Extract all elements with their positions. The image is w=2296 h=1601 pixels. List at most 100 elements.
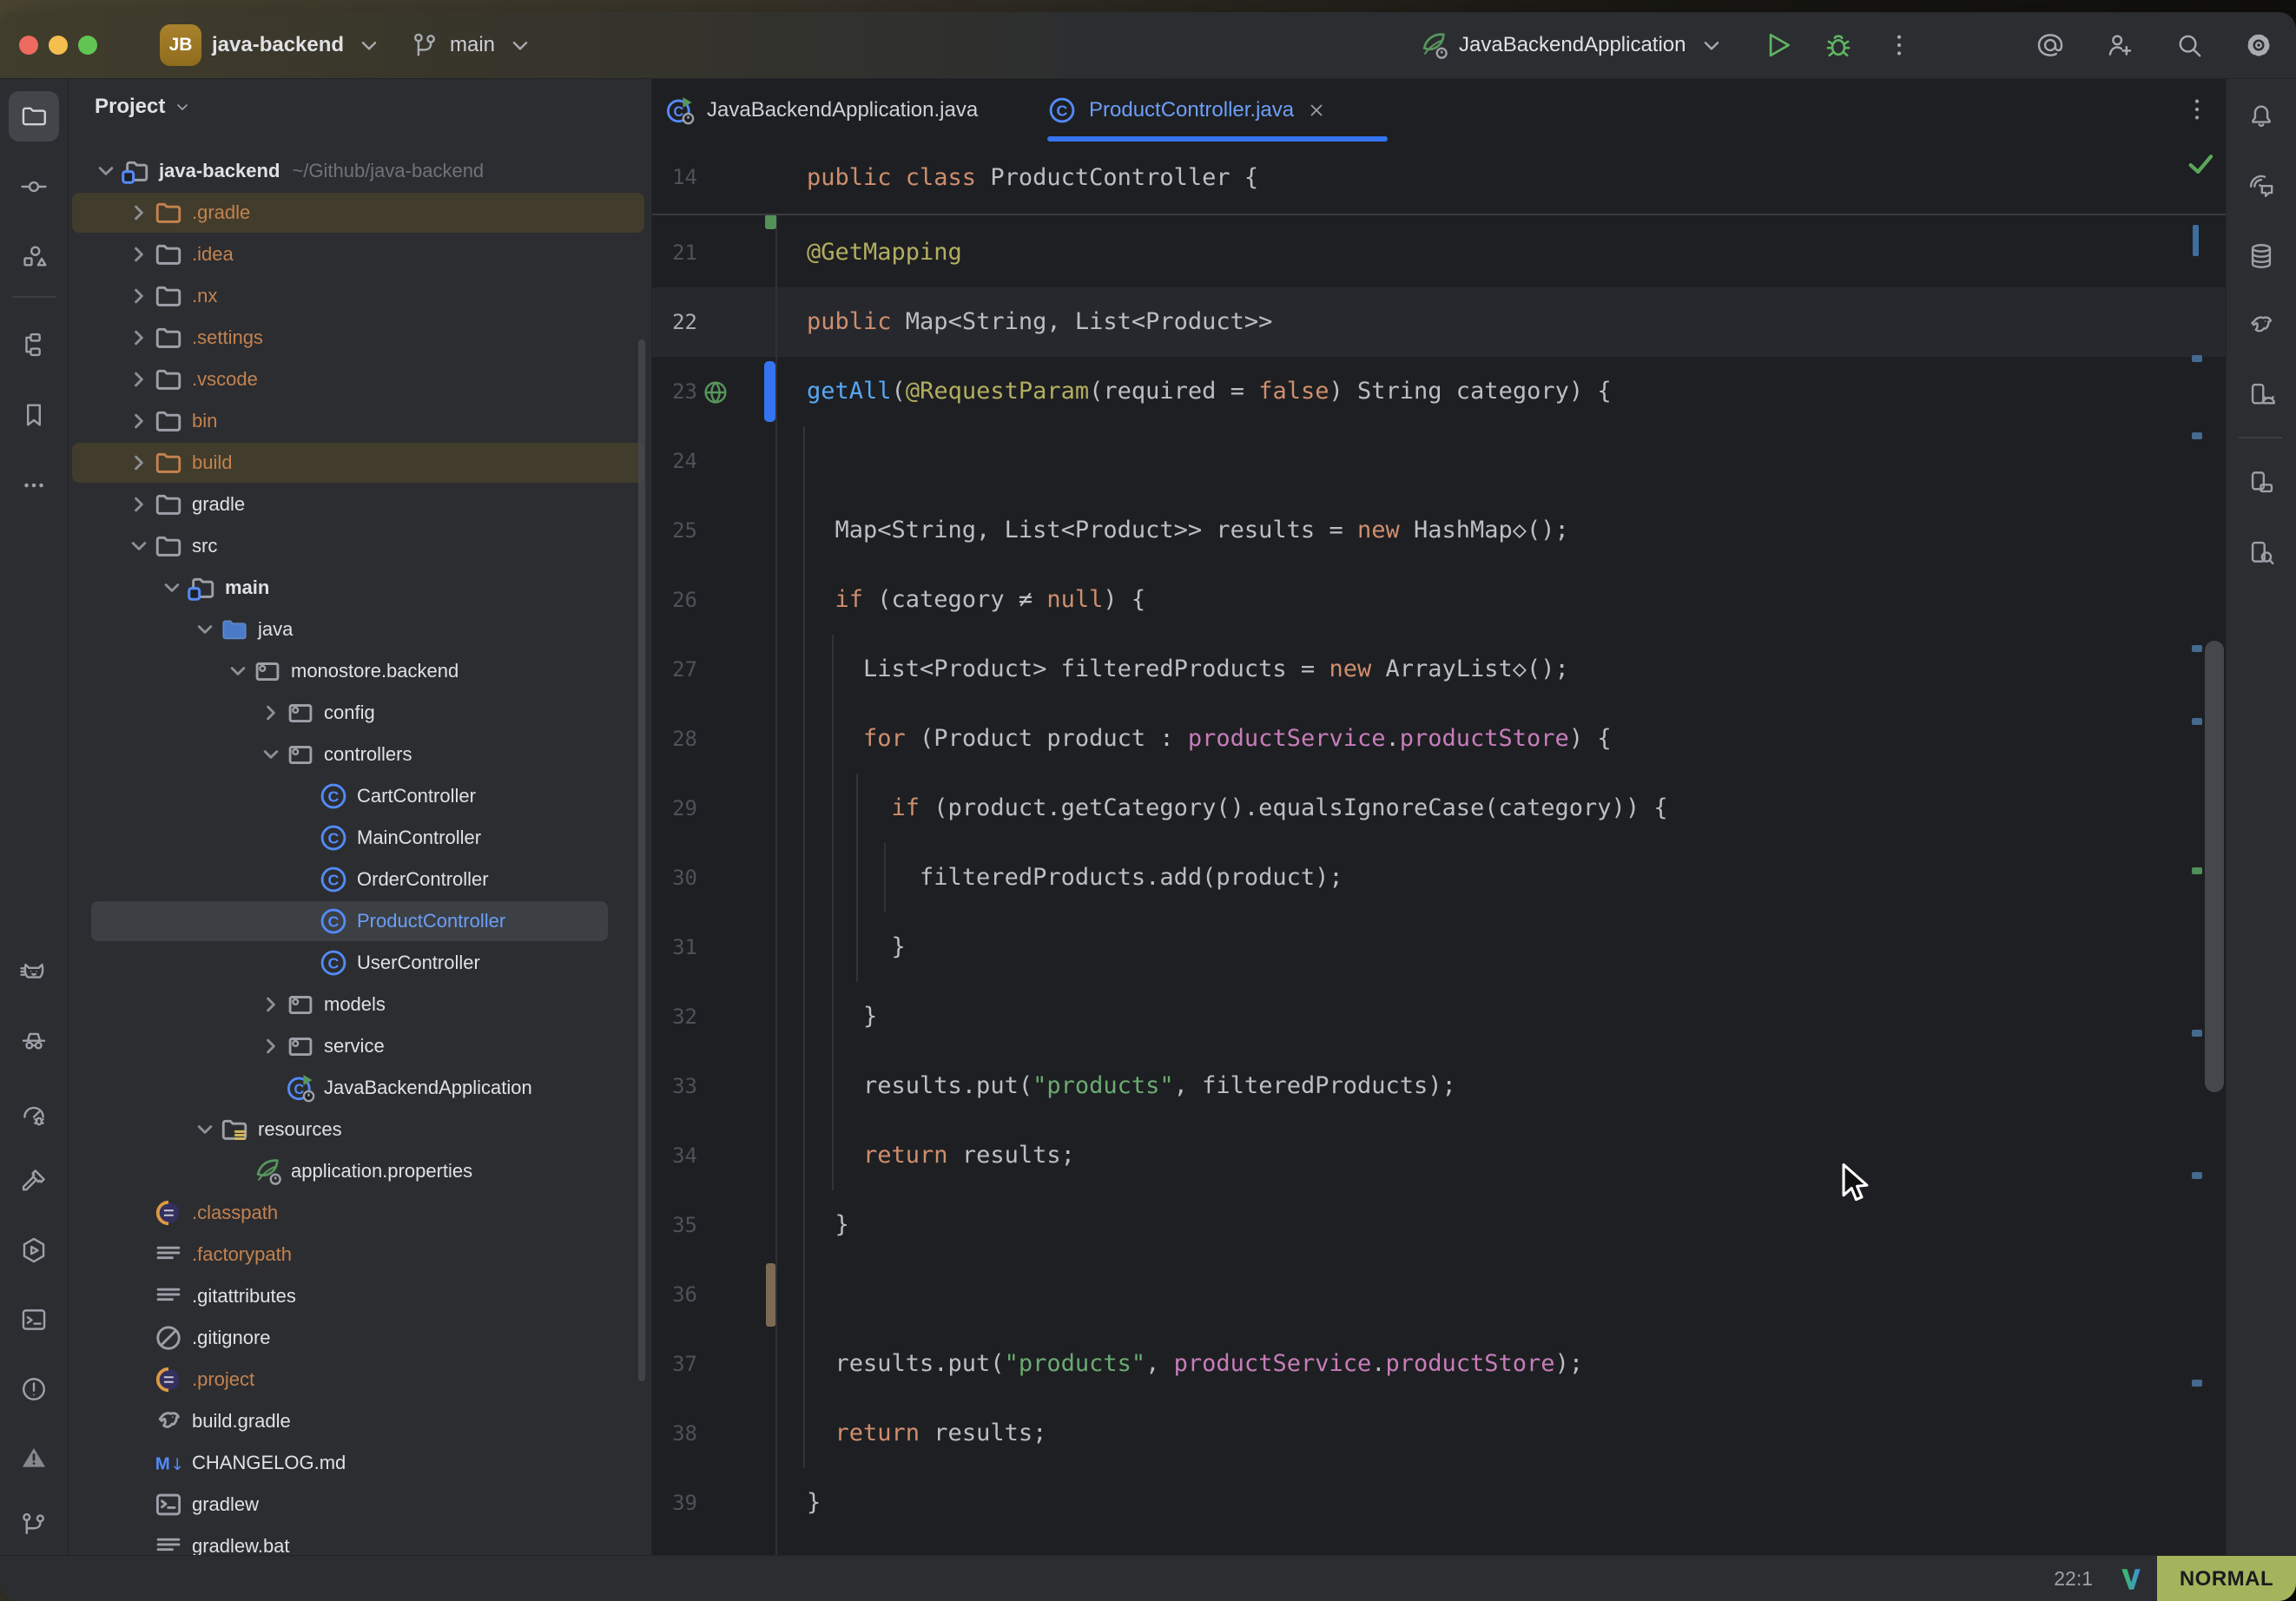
profiler-icon[interactable] — [9, 1089, 59, 1139]
tree-row-monostore-backend[interactable]: monostore.backend — [69, 650, 651, 692]
tree-row-usercontroller[interactable]: CUserController — [69, 942, 651, 984]
tree-row--project[interactable]: .project — [69, 1359, 651, 1400]
run-config-widget[interactable]: JavaBackendApplication — [1419, 12, 1726, 78]
chevron-open-icon[interactable] — [157, 573, 187, 603]
chevron-open-icon[interactable] — [190, 615, 220, 644]
database-icon[interactable] — [2236, 231, 2286, 281]
tree-row--settings[interactable]: .settings — [69, 317, 651, 359]
chevron-closed-icon[interactable] — [124, 406, 154, 436]
chevron-open-icon[interactable] — [256, 740, 286, 769]
tree-row-changelog-md[interactable]: M↓CHANGELOG.md — [69, 1442, 651, 1484]
chevron-closed-icon[interactable] — [124, 365, 154, 394]
tree-row-config[interactable]: config — [69, 692, 651, 734]
ai-assistant-icon[interactable] — [2035, 30, 2065, 60]
tree-row--nx[interactable]: .nx — [69, 275, 651, 317]
device-search-icon[interactable] — [2236, 528, 2286, 578]
tree-row-build[interactable]: build — [69, 442, 651, 484]
tree-row--idea[interactable]: .idea — [69, 234, 651, 275]
code-line-30[interactable]: filteredProducts.add(product); — [807, 843, 1343, 913]
ideavim-icon[interactable] — [2117, 1565, 2145, 1593]
tree-scrollbar[interactable] — [638, 339, 645, 1381]
tree-row-models[interactable]: models — [69, 984, 651, 1025]
project-widget[interactable]: JB java-backend — [160, 12, 384, 78]
tree-row-ordercontroller[interactable]: COrderController — [69, 859, 651, 900]
code-line-33[interactable]: results.put("products", filteredProducts… — [807, 1051, 1456, 1121]
more-icon[interactable] — [9, 460, 59, 511]
tree-row-build-gradle[interactable]: build.gradle — [69, 1400, 651, 1442]
code-line-31[interactable]: } — [807, 913, 906, 982]
tree-row--classpath[interactable]: .classpath — [69, 1192, 651, 1234]
bell-icon[interactable] — [2236, 91, 2286, 142]
tree-row-controllers[interactable]: controllers — [69, 734, 651, 775]
warning-icon[interactable] — [9, 1433, 59, 1483]
tab-options-kebab-icon[interactable] — [2182, 95, 2212, 124]
branch-widget[interactable]: main — [410, 12, 535, 78]
chevron-open-icon[interactable] — [124, 531, 154, 561]
code-line-23[interactable]: getAll(@RequestParam(required = false) S… — [807, 357, 1612, 426]
debug-button[interactable] — [1822, 29, 1855, 62]
project-panel-header[interactable]: Project — [95, 88, 193, 126]
more-actions-kebab-icon[interactable] — [1884, 30, 1914, 60]
code-line-27[interactable]: List<Product> filteredProducts = new Arr… — [807, 635, 1569, 704]
run-button[interactable] — [1761, 29, 1794, 62]
tree-row-java[interactable]: java — [69, 609, 651, 650]
chevron-open-icon[interactable] — [190, 1115, 220, 1144]
chevron-closed-icon[interactable] — [256, 698, 286, 728]
tree-row-src[interactable]: src — [69, 525, 651, 567]
tree-row--gitignore[interactable]: .gitignore — [69, 1317, 651, 1359]
tree-row-javabackendapplication[interactable]: CJavaBackendApplication — [69, 1067, 651, 1109]
chevron-closed-icon[interactable] — [124, 198, 154, 227]
project-icon[interactable] — [9, 91, 59, 142]
code-line-35[interactable]: } — [807, 1190, 849, 1260]
code-with-me-icon[interactable] — [2105, 30, 2134, 60]
settings-gear-icon[interactable] — [2244, 30, 2273, 60]
tree-row--factorypath[interactable]: .factorypath — [69, 1234, 651, 1275]
code-line-21[interactable]: @GetMapping — [807, 218, 962, 287]
code-line-25[interactable]: Map<String, List<Product>> results = new… — [807, 496, 1569, 565]
tree-row-gradlew-bat[interactable]: gradlew.bat — [69, 1525, 651, 1555]
structure-icon[interactable] — [9, 320, 59, 370]
code-line-26[interactable]: if (category ≠ null) { — [807, 565, 1145, 635]
code-editor-viewport[interactable]: 21@GetMapping22public Map<String, List<P… — [652, 142, 2226, 1555]
minimize-window-button[interactable] — [49, 36, 68, 55]
chevron-closed-icon[interactable] — [124, 323, 154, 352]
api-endpoint-globe-icon[interactable] — [701, 378, 730, 407]
tree-row-cartcontroller[interactable]: CCartController — [69, 775, 651, 817]
inspections-ok-check-icon[interactable] — [2186, 148, 2215, 178]
editor-scrollbar[interactable] — [2205, 641, 2224, 1092]
tree-row-productcontroller[interactable]: CProductController — [69, 900, 651, 942]
tree-row-main[interactable]: main — [69, 567, 651, 609]
tree-row--gitattributes[interactable]: .gitattributes — [69, 1275, 651, 1317]
tree-row-gradle[interactable]: gradle — [69, 484, 651, 525]
shapes-icon[interactable] — [9, 232, 59, 282]
chevron-closed-icon[interactable] — [124, 490, 154, 519]
tab-productcontroller[interactable]: C ProductController.java — [1047, 79, 1327, 141]
cat-icon[interactable] — [9, 948, 59, 998]
mirror-icon[interactable] — [2236, 458, 2286, 508]
code-line-37[interactable]: results.put("products", productService.p… — [807, 1329, 1583, 1399]
chevron-closed-icon[interactable] — [256, 1031, 286, 1061]
chevron-closed-icon[interactable] — [124, 281, 154, 311]
close-window-button[interactable] — [19, 36, 38, 55]
bookmarks-icon[interactable] — [9, 390, 59, 440]
git-icon[interactable] — [9, 1499, 59, 1550]
tree-row-maincontroller[interactable]: CMainController — [69, 817, 651, 859]
chevron-closed-icon[interactable] — [256, 990, 286, 1019]
chevron-open-icon[interactable] — [223, 656, 253, 686]
sticky-line-header[interactable]: 14 public class ProductController { — [652, 142, 2226, 215]
terminal-icon[interactable] — [9, 1295, 59, 1345]
tree-row-application-properties[interactable]: application.properties — [69, 1150, 651, 1192]
tree-row-resources[interactable]: resources — [69, 1109, 651, 1150]
code-line-34[interactable]: return results; — [807, 1121, 1075, 1190]
tree-row-java-backend[interactable]: java-backend~/Github/java-backend — [69, 150, 651, 192]
chevron-closed-icon[interactable] — [124, 240, 154, 269]
code-line-22[interactable]: public Map<String, List<Product>> — [807, 287, 1272, 357]
commit-icon[interactable] — [9, 161, 59, 212]
tree-row-gradlew[interactable]: gradlew — [69, 1484, 651, 1525]
zoom-window-button[interactable] — [78, 36, 97, 55]
chevron-open-icon[interactable] — [91, 156, 121, 186]
incognito-icon[interactable] — [9, 1015, 59, 1065]
search-everywhere-icon[interactable] — [2174, 30, 2204, 60]
caret-position[interactable]: 22:1 — [2032, 1556, 2093, 1601]
services-icon[interactable] — [9, 1225, 59, 1275]
